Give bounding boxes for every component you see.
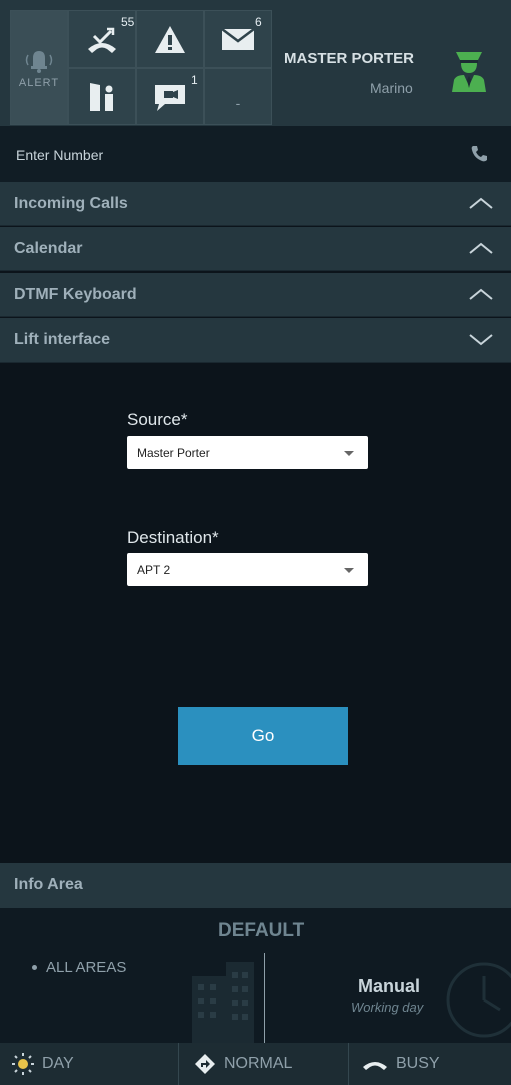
envelope-icon: [221, 28, 255, 50]
info-area-panel: DEFAULT ALL AREAS Manual Working day: [0, 908, 511, 1043]
mode-label: DEFAULT: [218, 920, 305, 941]
divider: [178, 1043, 179, 1085]
destination-label: Destination*: [127, 528, 219, 547]
warning-button[interactable]: [136, 10, 204, 68]
porter-avatar-icon: [452, 52, 486, 92]
door-person-icon: [90, 82, 113, 111]
empty-slot-button[interactable]: -: [204, 68, 272, 125]
busy-button[interactable]: BUSY: [362, 1043, 440, 1085]
source-label: Source*: [127, 410, 188, 429]
alert-button[interactable]: ALERT: [10, 10, 68, 125]
incoming-calls-section[interactable]: Incoming Calls: [0, 182, 511, 226]
phone-hangup-icon: [363, 1062, 387, 1070]
day-button[interactable]: DAY: [12, 1043, 74, 1085]
chat-icon: [155, 84, 185, 111]
calendar-section[interactable]: Calendar: [0, 227, 511, 271]
divider: [264, 953, 265, 1043]
enter-number-input[interactable]: [14, 140, 448, 170]
user-name: MASTER PORTER: [284, 50, 415, 67]
messages-badge: 6: [255, 15, 262, 29]
door-button[interactable]: [68, 68, 136, 125]
bottom-bar: DAY NORMAL BUSY: [0, 1043, 511, 1085]
normal-button[interactable]: NORMAL: [194, 1043, 292, 1085]
sun-icon: [12, 1053, 34, 1075]
chat-badge: 1: [191, 73, 198, 87]
lift-interface-section[interactable]: Lift interface: [0, 318, 511, 363]
phone-icon[interactable]: [470, 145, 488, 163]
chevron-up-icon: [469, 242, 493, 254]
user-sub: Marino: [370, 80, 413, 96]
day-label: DAY: [42, 1055, 74, 1072]
warning-icon: [155, 26, 185, 53]
empty-slot-label: -: [235, 94, 241, 111]
dial-bar: [0, 126, 511, 182]
missed-call-icon: [88, 27, 116, 53]
source-value: Master Porter: [137, 446, 210, 460]
source-select[interactable]: Master Porter: [127, 436, 368, 469]
destination-value: APT 2: [137, 563, 171, 577]
chevron-down-icon: [469, 334, 493, 346]
dtmf-keyboard-label: DTMF Keyboard: [14, 286, 137, 303]
schedule-sub: Working day: [351, 1000, 424, 1015]
schedule-mode: Manual: [358, 976, 421, 996]
missed-calls-button[interactable]: 55: [68, 10, 136, 68]
go-button[interactable]: Go: [178, 707, 348, 765]
busy-label: BUSY: [396, 1055, 440, 1072]
dropdown-caret-icon: [344, 568, 354, 573]
messages-button[interactable]: 6: [204, 10, 272, 68]
chevron-up-icon: [469, 288, 493, 300]
top-bar: ALERT 55 6 1 - MASTER PORTER Marino: [0, 0, 511, 126]
building-icon: [192, 962, 254, 1043]
alert-label: ALERT: [18, 76, 60, 89]
info-area-header[interactable]: Info Area: [0, 863, 511, 908]
bell-icon: [25, 50, 53, 73]
area-label: ALL AREAS: [46, 959, 127, 976]
incoming-calls-label: Incoming Calls: [14, 195, 128, 212]
bullet-icon: [32, 965, 37, 970]
destination-select[interactable]: APT 2: [127, 553, 368, 586]
chevron-up-icon: [469, 197, 493, 209]
info-area-title: Info Area: [14, 876, 83, 893]
dtmf-keyboard-section[interactable]: DTMF Keyboard: [0, 273, 511, 317]
dropdown-caret-icon: [344, 451, 354, 456]
lift-interface-label: Lift interface: [14, 331, 111, 348]
normal-label: NORMAL: [224, 1055, 293, 1072]
missed-calls-badge: 55: [121, 15, 135, 29]
clock-icon: [446, 962, 511, 1038]
direction-diamond-icon: [195, 1054, 215, 1074]
divider: [348, 1043, 349, 1085]
chat-button[interactable]: 1: [136, 68, 204, 125]
calendar-label: Calendar: [14, 240, 83, 257]
